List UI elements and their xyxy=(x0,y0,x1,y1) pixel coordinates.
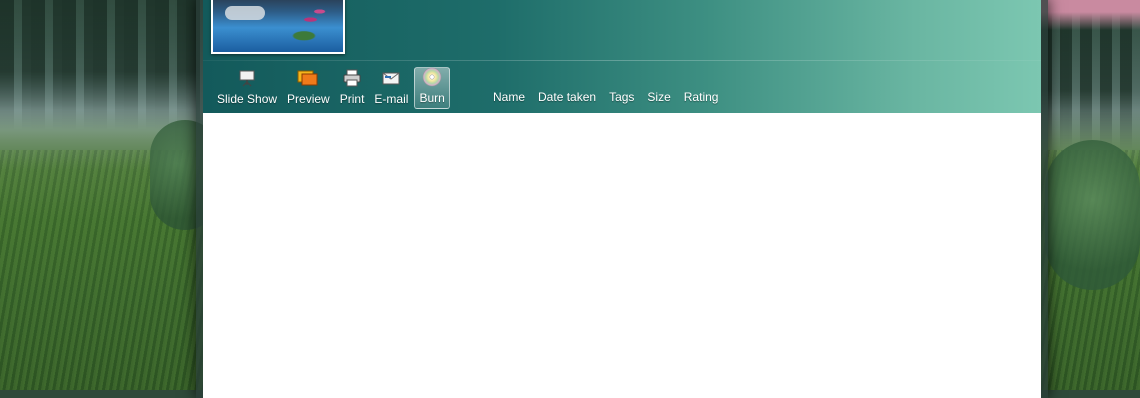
sort-date-taken[interactable]: Date taken xyxy=(538,90,596,104)
sort-name[interactable]: Name xyxy=(493,90,525,104)
burn-label: Burn xyxy=(419,91,445,105)
sort-size[interactable]: Size xyxy=(647,90,670,104)
forest-background xyxy=(0,0,200,130)
print-button[interactable]: Print xyxy=(336,67,369,109)
printer-icon xyxy=(341,69,363,87)
toolbar: Slide Show Preview Print E-mail Burn xyxy=(213,65,452,109)
preview-icon xyxy=(297,69,319,87)
sort-tags[interactable]: Tags xyxy=(609,90,634,104)
email-label: E-mail xyxy=(374,92,409,106)
sort-options: Name Date taken Tags Size Rating xyxy=(493,90,718,104)
sort-rating[interactable]: Rating xyxy=(684,90,719,104)
photo-thumbnail[interactable] xyxy=(211,0,345,54)
print-label: Print xyxy=(339,92,365,106)
slideshow-label: Slide Show xyxy=(217,92,278,106)
slideshow-button[interactable]: Slide Show xyxy=(213,67,281,109)
bush-right xyxy=(1045,140,1140,290)
burn-button[interactable]: Burn xyxy=(414,67,450,109)
photo-content-area[interactable] xyxy=(203,113,1041,398)
thumbnail-detail xyxy=(225,6,265,20)
forest-background-right xyxy=(1040,0,1140,150)
slideshow-icon xyxy=(236,69,258,87)
disc-icon xyxy=(421,67,443,87)
photo-gallery-window: Slide Show Preview Print E-mail Burn Nam… xyxy=(196,0,1048,398)
email-icon xyxy=(380,69,402,87)
preview-button[interactable]: Preview xyxy=(283,67,334,109)
preview-label: Preview xyxy=(287,92,330,106)
header-separator xyxy=(203,60,1041,61)
email-button[interactable]: E-mail xyxy=(370,67,412,109)
window-header: Slide Show Preview Print E-mail Burn Nam… xyxy=(203,0,1041,113)
